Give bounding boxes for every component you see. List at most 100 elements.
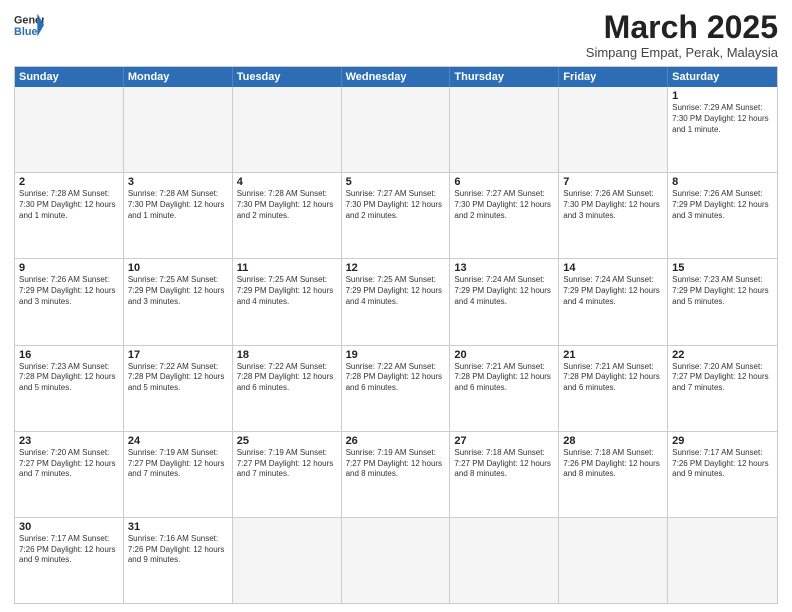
day-number: 16	[19, 349, 119, 361]
calendar-cell-day-29: 29Sunrise: 7:17 AM Sunset: 7:26 PM Dayli…	[668, 432, 777, 517]
day-number: 9	[19, 262, 119, 274]
day-number: 31	[128, 521, 228, 533]
weekday-header-monday: Monday	[124, 67, 233, 87]
calendar-cell-day-10: 10Sunrise: 7:25 AM Sunset: 7:29 PM Dayli…	[124, 259, 233, 344]
logo-icon: General Blue	[14, 10, 44, 40]
calendar-header: SundayMondayTuesdayWednesdayThursdayFrid…	[15, 67, 777, 87]
day-info: Sunrise: 7:20 AM Sunset: 7:27 PM Dayligh…	[19, 448, 119, 480]
calendar-cell-day-31: 31Sunrise: 7:16 AM Sunset: 7:26 PM Dayli…	[124, 518, 233, 603]
calendar-cell-day-28: 28Sunrise: 7:18 AM Sunset: 7:26 PM Dayli…	[559, 432, 668, 517]
day-info: Sunrise: 7:21 AM Sunset: 7:28 PM Dayligh…	[454, 362, 554, 394]
day-info: Sunrise: 7:17 AM Sunset: 7:26 PM Dayligh…	[19, 534, 119, 566]
weekday-header-saturday: Saturday	[668, 67, 777, 87]
weekday-header-friday: Friday	[559, 67, 668, 87]
calendar-cell-day-8: 8Sunrise: 7:26 AM Sunset: 7:29 PM Daylig…	[668, 173, 777, 258]
calendar: SundayMondayTuesdayWednesdayThursdayFrid…	[14, 66, 778, 604]
day-info: Sunrise: 7:22 AM Sunset: 7:28 PM Dayligh…	[237, 362, 337, 394]
calendar-cell-day-2: 2Sunrise: 7:28 AM Sunset: 7:30 PM Daylig…	[15, 173, 124, 258]
day-number: 30	[19, 521, 119, 533]
calendar-cell-day-25: 25Sunrise: 7:19 AM Sunset: 7:27 PM Dayli…	[233, 432, 342, 517]
day-info: Sunrise: 7:21 AM Sunset: 7:28 PM Dayligh…	[563, 362, 663, 394]
calendar-cell-day-27: 27Sunrise: 7:18 AM Sunset: 7:27 PM Dayli…	[450, 432, 559, 517]
calendar-cell-day-15: 15Sunrise: 7:23 AM Sunset: 7:29 PM Dayli…	[668, 259, 777, 344]
day-number: 23	[19, 435, 119, 447]
day-info: Sunrise: 7:25 AM Sunset: 7:29 PM Dayligh…	[346, 275, 446, 307]
weekday-header-wednesday: Wednesday	[342, 67, 451, 87]
calendar-cell-day-23: 23Sunrise: 7:20 AM Sunset: 7:27 PM Dayli…	[15, 432, 124, 517]
calendar-cell-empty-5-3	[342, 518, 451, 603]
calendar-cell-day-13: 13Sunrise: 7:24 AM Sunset: 7:29 PM Dayli…	[450, 259, 559, 344]
calendar-cell-empty-0-0	[15, 87, 124, 172]
weekday-header-sunday: Sunday	[15, 67, 124, 87]
day-number: 19	[346, 349, 446, 361]
subtitle: Simpang Empat, Perak, Malaysia	[586, 45, 778, 60]
day-number: 5	[346, 176, 446, 188]
day-number: 10	[128, 262, 228, 274]
calendar-cell-day-12: 12Sunrise: 7:25 AM Sunset: 7:29 PM Dayli…	[342, 259, 451, 344]
calendar-row-1: 2Sunrise: 7:28 AM Sunset: 7:30 PM Daylig…	[15, 172, 777, 258]
calendar-cell-day-9: 9Sunrise: 7:26 AM Sunset: 7:29 PM Daylig…	[15, 259, 124, 344]
month-title: March 2025	[586, 10, 778, 45]
day-info: Sunrise: 7:23 AM Sunset: 7:29 PM Dayligh…	[672, 275, 773, 307]
calendar-cell-day-26: 26Sunrise: 7:19 AM Sunset: 7:27 PM Dayli…	[342, 432, 451, 517]
calendar-cell-day-20: 20Sunrise: 7:21 AM Sunset: 7:28 PM Dayli…	[450, 346, 559, 431]
day-info: Sunrise: 7:29 AM Sunset: 7:30 PM Dayligh…	[672, 103, 773, 135]
calendar-cell-day-18: 18Sunrise: 7:22 AM Sunset: 7:28 PM Dayli…	[233, 346, 342, 431]
calendar-row-4: 23Sunrise: 7:20 AM Sunset: 7:27 PM Dayli…	[15, 431, 777, 517]
day-info: Sunrise: 7:27 AM Sunset: 7:30 PM Dayligh…	[454, 189, 554, 221]
day-number: 11	[237, 262, 337, 274]
day-number: 22	[672, 349, 773, 361]
day-number: 14	[563, 262, 663, 274]
day-info: Sunrise: 7:26 AM Sunset: 7:29 PM Dayligh…	[19, 275, 119, 307]
day-info: Sunrise: 7:22 AM Sunset: 7:28 PM Dayligh…	[128, 362, 228, 394]
day-info: Sunrise: 7:19 AM Sunset: 7:27 PM Dayligh…	[237, 448, 337, 480]
day-info: Sunrise: 7:28 AM Sunset: 7:30 PM Dayligh…	[19, 189, 119, 221]
calendar-row-3: 16Sunrise: 7:23 AM Sunset: 7:28 PM Dayli…	[15, 345, 777, 431]
day-info: Sunrise: 7:16 AM Sunset: 7:26 PM Dayligh…	[128, 534, 228, 566]
day-number: 6	[454, 176, 554, 188]
title-block: March 2025 Simpang Empat, Perak, Malaysi…	[586, 10, 778, 60]
calendar-cell-day-22: 22Sunrise: 7:20 AM Sunset: 7:27 PM Dayli…	[668, 346, 777, 431]
calendar-row-2: 9Sunrise: 7:26 AM Sunset: 7:29 PM Daylig…	[15, 258, 777, 344]
day-number: 18	[237, 349, 337, 361]
calendar-cell-day-30: 30Sunrise: 7:17 AM Sunset: 7:26 PM Dayli…	[15, 518, 124, 603]
weekday-header-thursday: Thursday	[450, 67, 559, 87]
day-info: Sunrise: 7:17 AM Sunset: 7:26 PM Dayligh…	[672, 448, 773, 480]
day-number: 25	[237, 435, 337, 447]
header: General Blue March 2025 Simpang Empat, P…	[14, 10, 778, 60]
day-number: 12	[346, 262, 446, 274]
calendar-cell-day-19: 19Sunrise: 7:22 AM Sunset: 7:28 PM Dayli…	[342, 346, 451, 431]
day-number: 8	[672, 176, 773, 188]
calendar-cell-day-16: 16Sunrise: 7:23 AM Sunset: 7:28 PM Dayli…	[15, 346, 124, 431]
calendar-cell-empty-5-4	[450, 518, 559, 603]
day-number: 27	[454, 435, 554, 447]
day-info: Sunrise: 7:24 AM Sunset: 7:29 PM Dayligh…	[563, 275, 663, 307]
day-info: Sunrise: 7:20 AM Sunset: 7:27 PM Dayligh…	[672, 362, 773, 394]
calendar-cell-day-14: 14Sunrise: 7:24 AM Sunset: 7:29 PM Dayli…	[559, 259, 668, 344]
calendar-cell-empty-0-4	[450, 87, 559, 172]
day-info: Sunrise: 7:22 AM Sunset: 7:28 PM Dayligh…	[346, 362, 446, 394]
calendar-cell-empty-5-5	[559, 518, 668, 603]
day-info: Sunrise: 7:19 AM Sunset: 7:27 PM Dayligh…	[128, 448, 228, 480]
day-number: 29	[672, 435, 773, 447]
day-info: Sunrise: 7:24 AM Sunset: 7:29 PM Dayligh…	[454, 275, 554, 307]
calendar-cell-empty-5-2	[233, 518, 342, 603]
day-info: Sunrise: 7:18 AM Sunset: 7:27 PM Dayligh…	[454, 448, 554, 480]
calendar-row-5: 30Sunrise: 7:17 AM Sunset: 7:26 PM Dayli…	[15, 517, 777, 603]
calendar-cell-day-11: 11Sunrise: 7:25 AM Sunset: 7:29 PM Dayli…	[233, 259, 342, 344]
page: General Blue March 2025 Simpang Empat, P…	[0, 0, 792, 612]
day-number: 13	[454, 262, 554, 274]
day-info: Sunrise: 7:18 AM Sunset: 7:26 PM Dayligh…	[563, 448, 663, 480]
calendar-cell-empty-0-3	[342, 87, 451, 172]
calendar-cell-empty-0-5	[559, 87, 668, 172]
day-number: 26	[346, 435, 446, 447]
day-number: 3	[128, 176, 228, 188]
day-number: 1	[672, 90, 773, 102]
logo: General Blue	[14, 10, 44, 40]
day-info: Sunrise: 7:26 AM Sunset: 7:29 PM Dayligh…	[672, 189, 773, 221]
calendar-cell-day-3: 3Sunrise: 7:28 AM Sunset: 7:30 PM Daylig…	[124, 173, 233, 258]
calendar-cell-day-7: 7Sunrise: 7:26 AM Sunset: 7:30 PM Daylig…	[559, 173, 668, 258]
day-number: 20	[454, 349, 554, 361]
calendar-cell-day-1: 1Sunrise: 7:29 AM Sunset: 7:30 PM Daylig…	[668, 87, 777, 172]
day-number: 7	[563, 176, 663, 188]
